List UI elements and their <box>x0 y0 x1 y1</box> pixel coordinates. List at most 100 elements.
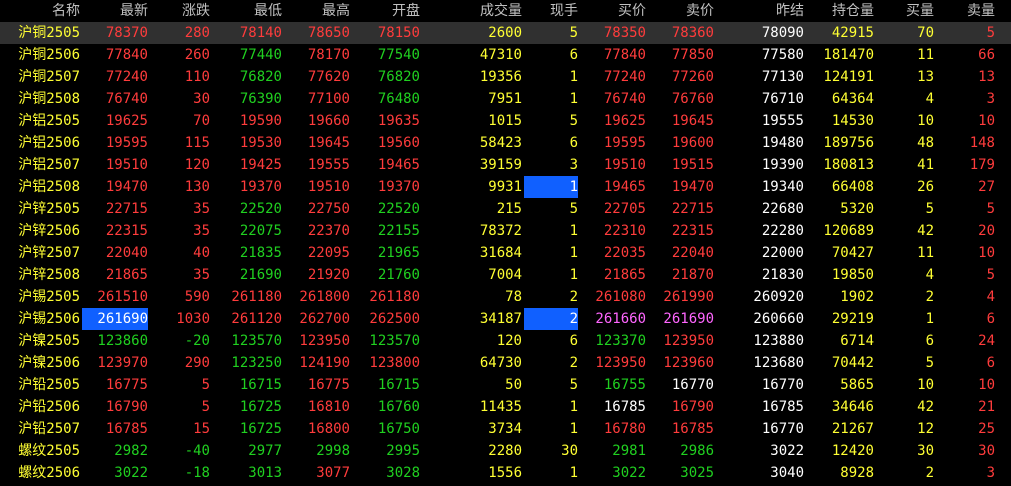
col-header-ask[interactable]: 卖价 <box>648 0 714 22</box>
row-open-interest: 124191 <box>823 69 874 85</box>
row-volume: 47310 <box>479 47 522 63</box>
row-open-interest: 189756 <box>823 135 874 151</box>
col-header-prev-settle[interactable]: 昨结 <box>736 0 804 22</box>
row-current-hand: 6 <box>569 47 578 63</box>
row-bid-volume: 41 <box>917 157 934 173</box>
row-ask-volume: 6 <box>986 311 995 327</box>
quote-row[interactable]: 沪铜2505 78370 280 78140 78650 78150 2600 5 78350 7… <box>0 22 1011 44</box>
row-change: 35 <box>193 223 210 239</box>
quote-row[interactable]: 沪铅2505 16775 5 16715 16775 16715 50 5 16755 16770… <box>0 374 1011 396</box>
col-header-low[interactable]: 最低 <box>212 0 282 22</box>
row-ask-volume: 148 <box>969 135 995 151</box>
col-header-name[interactable]: 名称 <box>10 0 80 22</box>
col-header-open-interest[interactable]: 持仓量 <box>806 0 874 22</box>
col-header-open[interactable]: 开盘 <box>352 0 420 22</box>
row-ask: 19645 <box>671 113 714 129</box>
quote-row[interactable]: 沪铝2508 19470 130 19370 19510 19370 9931 1 19465 1… <box>0 176 1011 198</box>
row-high: 19660 <box>307 113 350 129</box>
row-low: 76820 <box>239 69 282 85</box>
col-header-bid-volume[interactable]: 买量 <box>876 0 934 22</box>
row-bid-volume: 2 <box>925 465 934 481</box>
row-current-hand: 3 <box>569 157 578 173</box>
row-prev-settle: 21830 <box>761 267 804 283</box>
row-open: 19635 <box>377 113 420 129</box>
row-ask: 77850 <box>671 47 714 63</box>
row-name: 沪锌2505 <box>18 201 80 217</box>
row-volume: 19356 <box>479 69 522 85</box>
quote-row[interactable]: 螺纹2506 3022 -18 3013 3077 3028 1556 1 3022 3025 30… <box>0 462 1011 484</box>
quote-row[interactable]: 沪铝2505 19625 70 19590 19660 19635 1015 5 19625 19… <box>0 110 1011 132</box>
row-current-hand: 1 <box>524 176 578 198</box>
col-header-volume[interactable]: 成交量 <box>446 0 522 22</box>
row-prev-settle: 3040 <box>770 465 804 481</box>
row-ask: 261690 <box>663 311 714 327</box>
quote-row[interactable]: 沪锌2507 22040 40 21835 22095 21965 31684 1 22035 2… <box>0 242 1011 264</box>
row-open: 16750 <box>377 421 420 437</box>
row-current-hand: 5 <box>569 25 578 41</box>
row-change: 120 <box>184 157 210 173</box>
row-volume: 50 <box>505 377 522 393</box>
row-low: 16725 <box>239 421 282 437</box>
quote-row[interactable]: 沪锌2505 22715 35 22520 22750 22520 215 5 22705 227… <box>0 198 1011 220</box>
quote-row[interactable]: 沪铜2508 76740 30 76390 77100 76480 7951 1 76740 76… <box>0 88 1011 110</box>
row-prev-settle: 22680 <box>761 201 804 217</box>
row-last: 16775 <box>105 377 148 393</box>
row-high: 22370 <box>307 223 350 239</box>
quote-row[interactable]: 沪铝2507 19510 120 19425 19555 19465 39159 3 19510… <box>0 154 1011 176</box>
quote-row[interactable]: 沪锌2506 22315 35 22075 22370 22155 78372 1 22310 2… <box>0 220 1011 242</box>
row-ask-volume: 6 <box>986 355 995 371</box>
col-header-change[interactable]: 涨跌 <box>150 0 210 22</box>
quote-row[interactable]: 沪铜2506 77840 260 77440 78170 77540 47310 6 77840… <box>0 44 1011 66</box>
row-volume: 39159 <box>479 157 522 173</box>
row-high: 261800 <box>299 289 350 305</box>
row-ask-volume: 25 <box>978 421 995 437</box>
quote-row[interactable]: 沪镍2506 123970 290 123250 124190 123800 64730 2 1… <box>0 352 1011 374</box>
row-bid-volume: 13 <box>917 69 934 85</box>
col-header-bid[interactable]: 买价 <box>580 0 646 22</box>
row-name: 沪铜2505 <box>18 25 80 41</box>
row-bid: 16780 <box>603 421 646 437</box>
row-ask: 19600 <box>671 135 714 151</box>
row-ask-volume: 10 <box>978 113 995 129</box>
row-bid-volume: 30 <box>917 443 934 459</box>
row-change: 5 <box>201 399 210 415</box>
row-volume: 1556 <box>488 465 522 481</box>
col-header-last[interactable]: 最新 <box>82 0 148 22</box>
col-header-current-hand[interactable]: 现手 <box>524 0 578 22</box>
quote-row[interactable]: 沪镍2505 123860 -20 123570 123950 123570 120 6 123… <box>0 330 1011 352</box>
row-prev-settle: 123680 <box>753 355 804 371</box>
quote-row[interactable]: 沪铜2507 77240 110 76820 77620 76820 19356 1 77240… <box>0 66 1011 88</box>
row-open: 16715 <box>377 377 420 393</box>
row-bid-volume: 10 <box>917 377 934 393</box>
row-bid-volume: 1 <box>925 311 934 327</box>
row-last: 77840 <box>105 47 148 63</box>
row-prev-settle: 16770 <box>761 421 804 437</box>
row-high: 124190 <box>299 355 350 371</box>
row-ask-volume: 24 <box>978 333 995 349</box>
row-open-interest: 1902 <box>840 289 874 305</box>
quote-row[interactable]: 沪铅2507 16785 15 16725 16800 16750 3734 1 16780 16… <box>0 418 1011 440</box>
col-header-ask-volume[interactable]: 卖量 <box>936 0 995 22</box>
quote-row[interactable]: 沪铝2506 19595 115 19530 19645 19560 58423 6 19595… <box>0 132 1011 154</box>
row-high: 77620 <box>307 69 350 85</box>
row-name: 沪锡2505 <box>18 289 80 305</box>
quote-row[interactable]: 沪锌2508 21865 35 21690 21920 21760 7004 1 21865 21… <box>0 264 1011 286</box>
row-ask-volume: 3 <box>986 91 995 107</box>
quote-row[interactable]: 沪锡2506 261690 1030 261120 262700 262500 34187 2… <box>0 308 1011 330</box>
row-change: 110 <box>184 69 210 85</box>
row-ask: 76760 <box>671 91 714 107</box>
row-change: 590 <box>184 289 210 305</box>
row-low: 21835 <box>239 245 282 261</box>
quote-row[interactable]: 沪锡2505 261510 590 261180 261800 261180 78 2 2610… <box>0 286 1011 308</box>
quote-row[interactable]: 螺纹2505 2982 -40 2977 2998 2995 2280 30 2981 2986 3… <box>0 440 1011 462</box>
row-prev-settle: 77130 <box>761 69 804 85</box>
row-current-hand: 2 <box>569 355 578 371</box>
col-header-high[interactable]: 最高 <box>284 0 350 22</box>
row-current-hand: 2 <box>569 289 578 305</box>
row-volume: 2280 <box>488 443 522 459</box>
row-open: 22155 <box>377 223 420 239</box>
row-current-hand: 30 <box>561 443 578 459</box>
row-ask-volume: 5 <box>986 25 995 41</box>
quote-row[interactable]: 沪铅2506 16790 5 16725 16810 16760 11435 1 16785 16… <box>0 396 1011 418</box>
row-name: 沪铜2508 <box>18 91 80 107</box>
